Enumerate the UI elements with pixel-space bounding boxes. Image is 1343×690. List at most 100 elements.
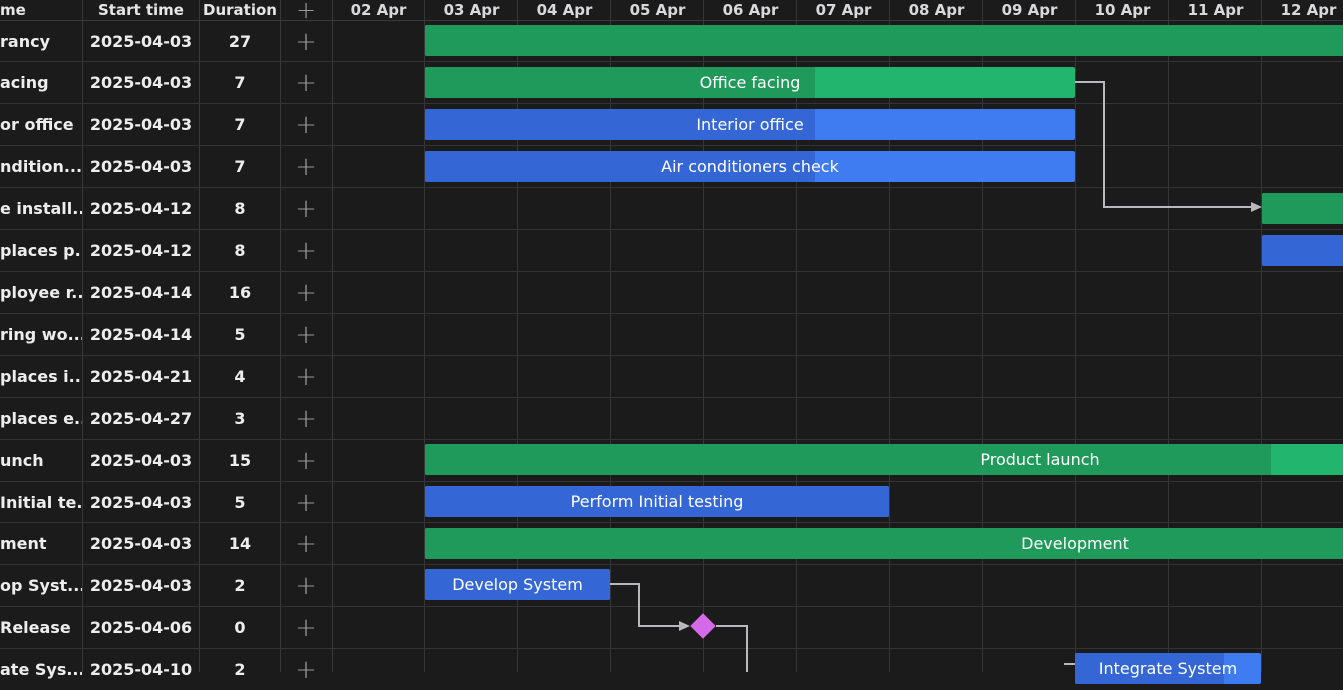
task-duration: 16 [228, 283, 252, 302]
task-start: 2025-04-12 [89, 241, 193, 260]
add-subtask-button[interactable]: + [281, 607, 331, 648]
task-duration: 15 [228, 451, 252, 470]
task-duration: 5 [234, 493, 246, 512]
day-header: 08 Apr [908, 1, 965, 19]
day-divider [889, 0, 890, 672]
gantt-bar-initial-testing[interactable]: Perform Initial testing [425, 486, 889, 517]
add-subtask-button[interactable]: + [281, 146, 331, 187]
task-start: 2025-04-03 [89, 73, 193, 92]
day-header: 09 Apr [1001, 1, 1058, 19]
progress-fill [425, 25, 1343, 56]
gantt-bar-interior-office[interactable]: Interior office [425, 109, 1075, 140]
day-header: 11 Apr [1187, 1, 1244, 19]
task-name: places e... [0, 409, 82, 428]
day-divider [1075, 0, 1076, 672]
task-name: ring wo... [0, 325, 82, 344]
task-start: 2025-04-03 [89, 451, 193, 470]
progress-fill [425, 528, 1343, 559]
column-header-start[interactable]: Start time [83, 0, 199, 20]
task-start: 2025-04-06 [89, 618, 193, 637]
add-subtask-button[interactable]: + [281, 272, 331, 313]
gantt-bar-develop-system[interactable]: Develop System [425, 569, 610, 600]
day-header: 06 Apr [722, 1, 779, 19]
day-divider [982, 0, 983, 672]
add-subtask-button[interactable]: + [281, 104, 331, 145]
task-name: acing [0, 73, 49, 92]
gantt-bar-workplaces[interactable] [1262, 235, 1343, 266]
add-subtask-button[interactable]: + [281, 398, 331, 439]
gantt-bar-summary[interactable] [425, 25, 1343, 56]
gantt-bar-office-facing[interactable]: Office facing [425, 67, 1075, 98]
task-duration: 0 [234, 618, 246, 637]
task-start: 2025-04-21 [89, 367, 193, 386]
day-divider [1261, 0, 1262, 672]
add-task-header-button[interactable]: + [281, 0, 331, 24]
bar-label: Perform Initial testing [570, 492, 744, 511]
add-subtask-button[interactable]: + [281, 649, 331, 690]
day-header: 07 Apr [815, 1, 872, 19]
task-name: unch [0, 451, 44, 470]
milestone-release-diamond[interactable] [690, 613, 716, 639]
add-subtask-button[interactable]: + [281, 565, 331, 606]
task-duration: 2 [234, 660, 246, 679]
task-start: 2025-04-10 [89, 660, 193, 679]
progress-fill [1262, 235, 1343, 266]
bar-label: Integrate System [1098, 659, 1238, 678]
column-header-duration[interactable]: Duration [200, 0, 280, 20]
add-subtask-button[interactable]: + [281, 230, 331, 271]
add-subtask-button[interactable]: + [281, 440, 331, 481]
day-divider [703, 0, 704, 672]
task-name: Initial te... [0, 493, 82, 512]
task-name: op Syst... [0, 576, 82, 595]
gantt-bar-air-conditioners[interactable]: Air conditioners check [425, 151, 1075, 182]
task-start: 2025-04-03 [89, 115, 193, 134]
task-duration: 3 [234, 409, 246, 428]
task-name: ndition... [0, 157, 82, 176]
bar-label: Air conditioners check [661, 157, 839, 176]
add-subtask-button[interactable]: + [281, 356, 331, 397]
day-header: 02 Apr [350, 1, 407, 19]
task-duration: 4 [234, 367, 246, 386]
day-header: 05 Apr [629, 1, 686, 19]
add-subtask-button[interactable]: + [281, 21, 331, 62]
task-start: 2025-04-03 [89, 534, 193, 553]
column-header-duration-label: Duration [203, 1, 277, 19]
add-subtask-button[interactable]: + [281, 482, 331, 523]
task-start: 2025-04-14 [89, 325, 193, 344]
day-divider [610, 0, 611, 672]
gantt-bar-product-launch[interactable]: Product launch [425, 444, 1343, 475]
add-subtask-button[interactable]: + [281, 188, 331, 229]
task-duration: 8 [234, 199, 246, 218]
day-header: 04 Apr [536, 1, 593, 19]
task-duration: 14 [228, 534, 252, 553]
column-header-name[interactable]: me [0, 0, 82, 20]
task-start: 2025-04-03 [89, 32, 193, 51]
add-subtask-button[interactable]: + [281, 314, 331, 355]
gantt-bar-development[interactable]: Development [425, 528, 1343, 559]
progress-fill [1262, 193, 1343, 224]
task-start: 2025-04-27 [89, 409, 193, 428]
day-divider [1168, 0, 1169, 672]
column-header-name-label: me [0, 1, 26, 19]
task-start: 2025-04-03 [89, 576, 193, 595]
task-start: 2025-04-12 [89, 199, 193, 218]
progress-fill [425, 444, 1272, 475]
task-start: 2025-04-14 [89, 283, 193, 302]
add-subtask-button[interactable]: + [281, 62, 331, 103]
task-duration: 7 [234, 115, 246, 134]
bar-label: Product launch [980, 450, 1100, 469]
bar-label: Development [1021, 534, 1129, 553]
gantt-bar-installation[interactable] [1262, 193, 1343, 224]
task-name: ate Sys... [0, 660, 82, 679]
task-name: Release [0, 618, 71, 637]
task-duration: 7 [234, 73, 246, 92]
task-name: places i... [0, 367, 82, 386]
gantt-bar-integrate-system[interactable]: Integrate System [1075, 653, 1261, 684]
task-name: e install... [0, 199, 82, 218]
task-start: 2025-04-03 [89, 493, 193, 512]
add-subtask-button[interactable]: + [281, 523, 331, 564]
day-header: 12 Apr [1280, 1, 1337, 19]
task-duration: 27 [228, 32, 252, 51]
day-header: 03 Apr [443, 1, 500, 19]
day-divider [796, 0, 797, 672]
